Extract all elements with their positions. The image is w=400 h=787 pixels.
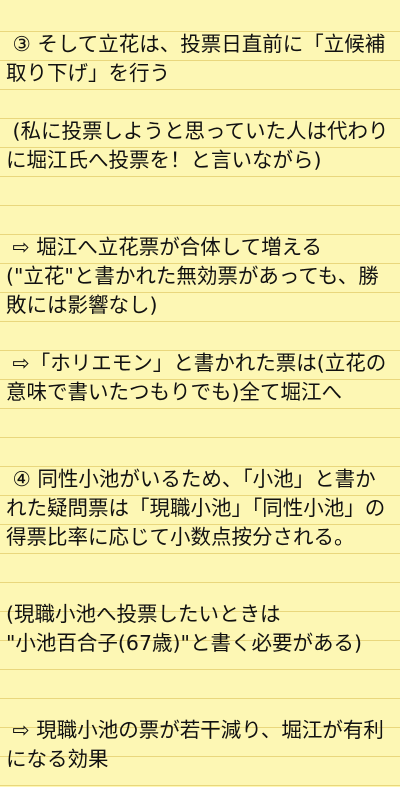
paragraph-step-3: ③ そして立花は、投票日直前に「立候補取り下げ」を行う: [6, 32, 386, 85]
memo-note[interactable]: ③ そして立花は、投票日直前に「立候補取り下げ」を行う (私に投票しようと思って…: [0, 0, 400, 787]
paragraph-step-4-aside: (現職小池へ投票したいときは "小池百合子(67歳)"と書く必要がある): [6, 602, 362, 655]
paragraph-result-merge: ⇨ 堀江へ立花票が合体して増える ("立花"と書かれた無効票があっても、勝敗には…: [6, 235, 379, 317]
paragraph-result-horiemon: ⇨「ホリエモン」と書かれた票は(立花の意味で書いたつもりでも)全て堀江へ: [6, 351, 387, 404]
paragraph-step-4: ④ 同性小池がいるため、「小池」と書かれた疑問票は「現職小池」「同性小池」の得票…: [6, 467, 386, 549]
paragraph-result-koike: ⇨ 現職小池の票が若干減り、堀江が有利になる効果: [6, 718, 384, 771]
paragraph-step-3-aside: (私に投票しようと思っていた人は代わりに堀江氏へ投票を！と言いながら): [6, 119, 389, 172]
